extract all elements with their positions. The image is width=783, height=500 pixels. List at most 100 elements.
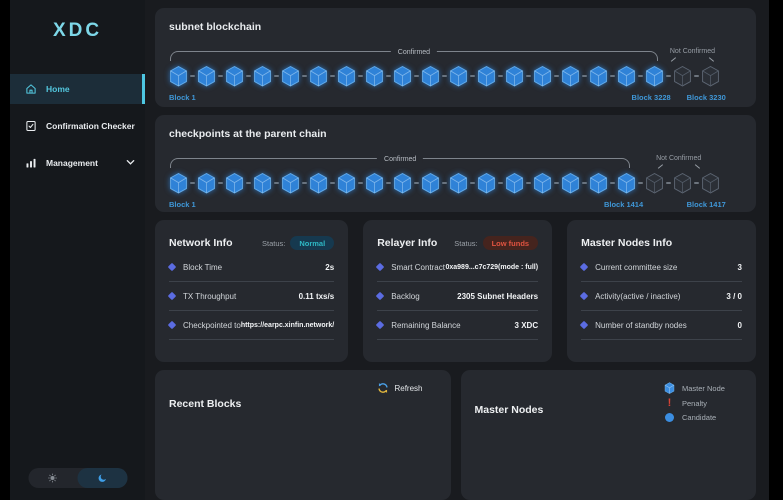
legend-item-master-node: Master Node	[664, 382, 744, 394]
last-confirmed-block-label: Block 3228	[632, 93, 671, 102]
block-cube-icon	[533, 65, 552, 87]
chain-connector	[498, 75, 503, 77]
block-cube-icon	[169, 65, 188, 87]
block-cube-icon	[701, 65, 720, 87]
block-cube-icon	[309, 172, 328, 194]
info-row-block-time: Block Time 2s	[169, 253, 334, 282]
sidebar-item-label: Management	[46, 158, 98, 168]
refresh-icon	[377, 382, 389, 394]
confirmed-bracket: Confirmed	[170, 51, 658, 61]
refresh-button[interactable]: Refresh	[377, 382, 422, 394]
confirmed-label: Confirmed	[391, 49, 437, 56]
last-confirmed-block-label: Block 1414	[604, 200, 643, 209]
chain-connector	[302, 75, 307, 77]
chain-connector	[386, 75, 391, 77]
theme-toggle[interactable]	[28, 468, 127, 488]
chain-connector	[554, 182, 559, 184]
not-confirmed-label: Not Confirmed	[656, 155, 701, 162]
block-chain	[169, 64, 720, 88]
block-cube-icon	[617, 65, 636, 87]
master-nodes-legend: Master Node ! Penalty Candidate	[664, 382, 744, 422]
subnet-chain-visualization: Confirmed Not Confirmed Block 1 Block 32…	[169, 48, 720, 104]
chain-connector	[442, 75, 447, 77]
relayer-info-card: Relayer Info Status: Low funds Smart Con…	[363, 220, 552, 362]
block-cube-icon	[253, 172, 272, 194]
management-icon	[25, 157, 37, 169]
checkpoint-chain-visualization: Confirmed Not Confirmed Block 1 Block 14…	[169, 155, 720, 211]
sidebar-nav: Home Confirmation Checker Management	[10, 74, 145, 178]
sidebar-item-confirmation-checker[interactable]: Confirmation Checker	[10, 111, 145, 141]
sidebar-item-label: Home	[46, 84, 70, 94]
chain-connector	[666, 182, 671, 184]
info-row-standby-nodes: Number of standby nodes 0	[581, 311, 742, 340]
info-row-activity: Activity(active / inactive) 3 / 0	[581, 282, 742, 311]
chain-connector	[582, 182, 587, 184]
block-cube-icon	[533, 172, 552, 194]
diamond-bullet-icon	[168, 263, 176, 271]
block-cube-icon	[337, 65, 356, 87]
dark-mode-button[interactable]	[78, 468, 128, 488]
sidebar-item-home[interactable]: Home	[10, 74, 145, 104]
chain-connector	[218, 75, 223, 77]
chain-connector	[666, 75, 671, 77]
chain-connector	[330, 75, 335, 77]
block-cube-icon	[673, 65, 692, 87]
chain-connector	[526, 75, 531, 77]
chain-connector	[274, 75, 279, 77]
block-cube-icon	[393, 65, 412, 87]
chain-connector	[302, 182, 307, 184]
chain-connector	[442, 182, 447, 184]
first-block-label: Block 1	[169, 200, 196, 209]
legend-label: Master Node	[682, 384, 725, 393]
chain-connector	[526, 182, 531, 184]
block-cube-icon	[225, 65, 244, 87]
diamond-bullet-icon	[580, 263, 588, 271]
first-block-label: Block 1	[169, 93, 196, 102]
chain-connector	[218, 182, 223, 184]
chain-connector	[330, 182, 335, 184]
diamond-bullet-icon	[376, 292, 384, 300]
block-cube-icon	[281, 65, 300, 87]
block-cube-icon	[253, 65, 272, 87]
legend-label: Candidate	[682, 413, 716, 422]
chain-connector	[610, 75, 615, 77]
master-nodes-info-title: Master Nodes Info	[581, 237, 672, 249]
network-info-title: Network Info	[169, 237, 233, 249]
block-cube-icon	[589, 172, 608, 194]
block-cube-icon	[505, 65, 524, 87]
sidebar-item-management[interactable]: Management	[10, 148, 145, 178]
light-mode-button[interactable]	[28, 468, 78, 488]
block-cube-icon	[505, 172, 524, 194]
cube-icon	[664, 382, 675, 394]
block-cube-icon	[421, 65, 440, 87]
chain-connector	[610, 182, 615, 184]
sun-icon	[48, 473, 58, 483]
chain-connector	[470, 75, 475, 77]
block-cube-icon	[337, 172, 356, 194]
chain-connector	[554, 75, 559, 77]
chain-connector	[190, 75, 195, 77]
sidebar-item-label: Confirmation Checker	[46, 121, 135, 131]
confirmation-checker-icon	[25, 120, 37, 132]
master-nodes-info-card: Master Nodes Info Current committee size…	[567, 220, 756, 362]
block-cube-icon	[477, 65, 496, 87]
legend-item-candidate: Candidate	[664, 413, 744, 422]
confirmed-label: Confirmed	[377, 156, 423, 163]
chain-connector	[358, 182, 363, 184]
chevron-down-icon	[126, 158, 135, 169]
chain-connector	[246, 182, 251, 184]
block-cube-icon	[309, 65, 328, 87]
info-row-remaining-balance: Remaining Balance 3 XDC	[377, 311, 538, 340]
last-block-label: Block 1417	[687, 200, 726, 209]
chain-connector	[582, 75, 587, 77]
block-chain	[169, 171, 720, 195]
block-cube-icon	[365, 172, 384, 194]
chain-connector	[386, 182, 391, 184]
block-cube-icon	[393, 172, 412, 194]
chain-connector	[498, 182, 503, 184]
block-cube-icon	[673, 172, 692, 194]
info-row-checkpointed-to: Checkpointed to https://earpc.xinfin.net…	[169, 311, 334, 340]
block-cube-icon	[477, 172, 496, 194]
subnet-blockchain-card: subnet blockchain Confirmed Not Confirme…	[155, 8, 756, 107]
network-info-card: Network Info Status: Normal Block Time 2…	[155, 220, 348, 362]
